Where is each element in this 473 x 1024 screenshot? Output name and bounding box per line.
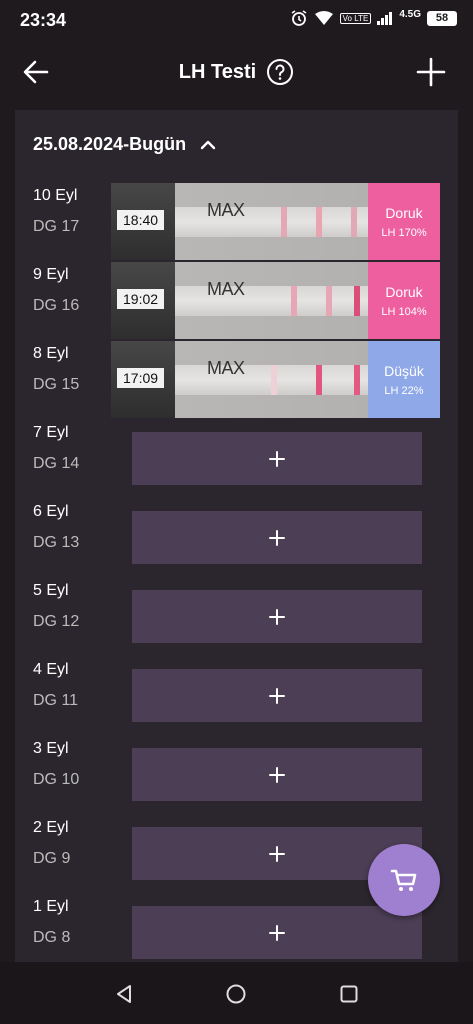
chevron-up-icon [200, 140, 216, 149]
add-test-slot[interactable] [132, 748, 422, 801]
test-photo: MAX 17:09 [111, 341, 368, 418]
row-date: 5 Eyl [33, 582, 69, 599]
help-button[interactable] [266, 58, 294, 86]
volte-badge: Vo LTE [339, 12, 372, 24]
row-date: 8 Eyl [33, 345, 69, 362]
lh-value: LH 170% [381, 226, 427, 239]
alarm-icon [290, 9, 308, 27]
plus-icon [269, 687, 285, 704]
row-cycle-day: DG 16 [33, 297, 80, 314]
test-row: 9 Eyl DG 16 MAX 19:02 Doruk LH 104% [15, 262, 458, 341]
test-time: 17:09 [117, 368, 165, 388]
circle-home-icon [226, 984, 246, 1004]
add-test-slot[interactable] [132, 590, 422, 643]
empty-day-row: 5 Eyl DG 12 [15, 578, 458, 657]
lh-value: LH 104% [381, 305, 427, 318]
empty-day-row: 3 Eyl DG 10 [15, 736, 458, 815]
network-type: 4.5G [399, 9, 421, 20]
result-label: Doruk [385, 204, 423, 221]
shop-button[interactable] [368, 844, 440, 916]
plus-icon [269, 529, 285, 546]
square-recents-icon [340, 985, 358, 1003]
wifi-icon [314, 10, 334, 26]
test-row: 10 Eyl DG 17 MAX 18:40 Doruk LH 170% [15, 183, 458, 262]
status-bar: 23:34 Vo LTE 4.5G 58 [0, 0, 473, 42]
status-icons: Vo LTE 4.5G 58 [290, 9, 457, 27]
result-label: Düşük [384, 362, 424, 379]
lh-value: LH 22% [384, 384, 424, 397]
row-date: 6 Eyl [33, 503, 69, 520]
nav-back-button[interactable] [110, 980, 138, 1008]
result-badge: Doruk LH 104% [368, 262, 440, 339]
system-nav-bar [0, 962, 473, 1024]
row-cycle-day: DG 17 [33, 218, 80, 235]
row-cycle-day: DG 11 [33, 692, 79, 709]
date-range-toggle[interactable]: 25.08.2024-Bugün [33, 134, 216, 155]
plus-icon [269, 845, 285, 862]
status-time: 23:34 [20, 10, 67, 30]
plus-icon [416, 57, 446, 87]
test-photo: MAX 19:02 [111, 262, 368, 339]
strip-brand: MAX [207, 200, 245, 220]
test-card[interactable]: MAX 19:02 Doruk LH 104% [111, 262, 440, 339]
question-bubble-icon [267, 59, 294, 85]
row-date: 9 Eyl [33, 266, 69, 283]
result-label: Doruk [385, 283, 423, 300]
add-test-slot[interactable] [132, 669, 422, 722]
page-title: LH Testi [178, 60, 257, 83]
date-range-label: 25.08.2024-Bugün [33, 134, 187, 154]
lh-test-panel: 25.08.2024-Bugün 10 Eyl DG 17 MAX 18:40 … [15, 110, 458, 962]
row-cycle-day: DG 12 [33, 613, 80, 630]
add-test-slot[interactable] [132, 511, 422, 564]
nav-recents-button[interactable] [335, 980, 363, 1008]
row-date: 1 Eyl [33, 898, 69, 915]
plus-icon [269, 924, 285, 941]
row-cycle-day: DG 14 [33, 455, 80, 472]
row-date: 7 Eyl [33, 424, 69, 441]
add-test-slot[interactable] [132, 432, 422, 485]
app-bar: LH Testi [0, 42, 473, 108]
plus-icon [269, 450, 285, 467]
strip-brand: MAX [207, 358, 245, 378]
test-time: 19:02 [117, 289, 165, 309]
empty-day-row: 4 Eyl DG 11 [15, 657, 458, 736]
add-test-button[interactable] [415, 56, 447, 88]
test-row: 8 Eyl DG 15 MAX 17:09 Düşük LH 22% [15, 341, 458, 420]
battery-indicator: 58 [427, 10, 457, 26]
row-date: 3 Eyl [33, 740, 69, 757]
plus-icon [269, 766, 285, 783]
strip-brand: MAX [207, 279, 245, 299]
test-time: 18:40 [117, 210, 165, 230]
cart-icon [390, 869, 417, 891]
test-photo: MAX 18:40 [111, 183, 368, 260]
row-cycle-day: DG 10 [33, 771, 80, 788]
row-cycle-day: DG 9 [33, 850, 71, 867]
row-date: 10 Eyl [33, 187, 78, 204]
empty-day-row: 7 Eyl DG 14 [15, 420, 458, 499]
plus-icon [269, 608, 285, 625]
add-test-slot[interactable] [132, 906, 422, 959]
result-badge: Doruk LH 170% [368, 183, 440, 260]
result-badge: Düşük LH 22% [368, 341, 440, 418]
row-date: 4 Eyl [33, 661, 69, 678]
test-card[interactable]: MAX 18:40 Doruk LH 170% [111, 183, 440, 260]
empty-day-row: 6 Eyl DG 13 [15, 499, 458, 578]
test-card[interactable]: MAX 17:09 Düşük LH 22% [111, 341, 440, 418]
row-cycle-day: DG 13 [33, 534, 80, 551]
signal-icon [377, 11, 393, 25]
row-cycle-day: DG 15 [33, 376, 80, 393]
row-cycle-day: DG 8 [33, 929, 71, 946]
row-date: 2 Eyl [33, 819, 69, 836]
triangle-back-icon [117, 985, 131, 1003]
nav-home-button[interactable] [222, 980, 250, 1008]
